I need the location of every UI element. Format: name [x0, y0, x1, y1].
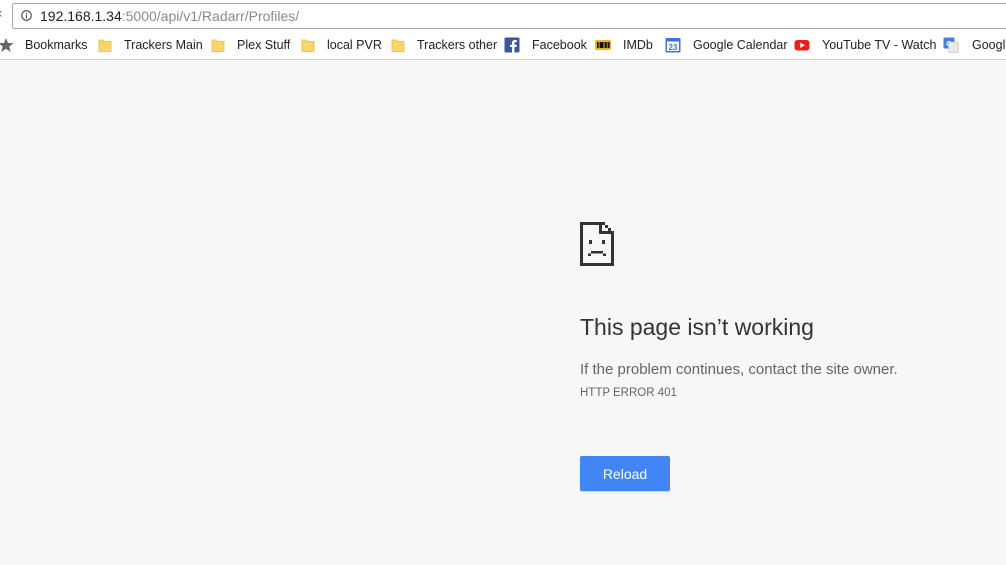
- bookmark-bookmarks[interactable]: Bookmarks: [0, 32, 88, 58]
- calendar-icon: 23: [665, 38, 681, 53]
- folder-icon: [391, 39, 405, 52]
- bookmark-label: local PVR: [327, 38, 382, 52]
- calendar-icon-date: 23: [669, 43, 678, 52]
- bookmark-label: YouTube TV - Watch: [822, 38, 937, 52]
- bookmark-google[interactable]: G Google: [943, 32, 1006, 58]
- bookmark-label: Plex Stuff: [237, 38, 291, 52]
- bookmarks-bar: Bookmarks Trackers Main Plex Stuff local…: [0, 32, 1006, 58]
- error-title: This page isn’t working: [580, 314, 814, 340]
- bookmark-youtube-tv[interactable]: YouTube TV - Watch: [794, 32, 936, 58]
- bookmark-label: Facebook: [532, 38, 587, 52]
- bookmark-trackers-main[interactable]: Trackers Main: [97, 32, 203, 58]
- bookmark-facebook[interactable]: Facebook: [504, 32, 587, 58]
- bookmark-label: Bookmarks: [25, 38, 88, 52]
- partial-edge-icon: ‹: [0, 4, 5, 24]
- youtube-icon: [794, 40, 810, 51]
- reload-button[interactable]: Reload: [580, 456, 670, 491]
- error-code: HTTP ERROR 401: [580, 387, 677, 399]
- bookmark-label: Google Calendar: [693, 38, 788, 52]
- bookmark-label: Google: [972, 38, 1006, 52]
- error-message: If the problem continues, contact the si…: [580, 361, 898, 378]
- url-text[interactable]: 192.168.1.34:5000/api/v1/Radarr/Profiles…: [40, 4, 299, 30]
- bookmark-google-calendar[interactable]: 23 Google Calendar: [665, 32, 788, 58]
- info-icon[interactable]: [21, 10, 32, 21]
- toolbar-divider: [0, 59, 1006, 60]
- bookmark-imdb[interactable]: IMDb: [595, 32, 653, 58]
- bookmark-label: Trackers Main: [124, 38, 203, 52]
- bookmark-local-pvr[interactable]: local PVR: [300, 32, 382, 58]
- star-icon: [0, 38, 14, 52]
- url-path: :5000/api/v1/Radarr/Profiles/: [121, 8, 300, 24]
- folder-icon: [301, 39, 315, 52]
- sad-page-icon: [580, 222, 614, 266]
- browser-chrome: ‹ 192.168.1.34:5000/api/v1/Radarr/Profil…: [0, 0, 1006, 60]
- folder-icon: [211, 39, 225, 52]
- address-bar[interactable]: 192.168.1.34:5000/api/v1/Radarr/Profiles…: [12, 3, 1006, 29]
- imdb-icon: [595, 40, 611, 50]
- url-host: 192.168.1.34: [40, 8, 122, 24]
- facebook-icon: [504, 37, 520, 53]
- svg-text:G: G: [946, 41, 952, 48]
- bookmark-label: Trackers other: [417, 38, 498, 52]
- folder-icon: [98, 39, 112, 52]
- bookmark-label: IMDb: [623, 38, 653, 52]
- bookmark-trackers-other[interactable]: Trackers other: [390, 32, 497, 58]
- google-translate-icon: G: [943, 37, 959, 53]
- bookmark-plex-stuff[interactable]: Plex Stuff: [210, 32, 290, 58]
